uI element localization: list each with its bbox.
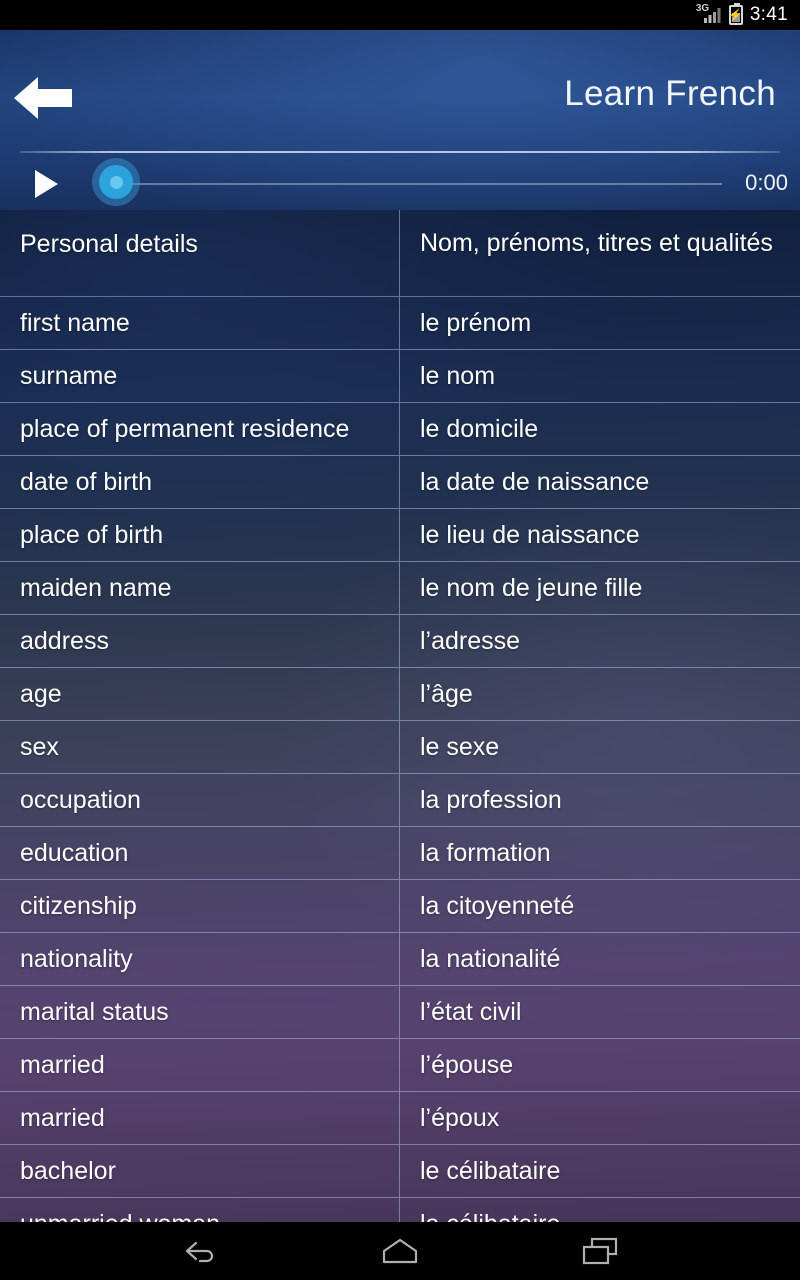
seek-thumb-icon[interactable] — [92, 158, 140, 206]
back-arrow-icon[interactable] — [12, 72, 74, 124]
table-cell-english: surname — [0, 350, 400, 402]
table-cell-french: le lieu de naissance — [420, 521, 640, 549]
table-row[interactable]: maiden name le nom de jeune fille — [0, 562, 800, 615]
table-row[interactable]: date of birth la date de naissance — [0, 456, 800, 509]
table-cell-english: first name — [0, 297, 400, 349]
table-row[interactable]: age l’âge — [0, 668, 800, 721]
table-row[interactable]: bachelor le célibataire — [0, 1145, 800, 1198]
table-row[interactable]: occupation la profession — [0, 774, 800, 827]
table-cell-french: l’épouse — [420, 1051, 514, 1079]
table-row[interactable]: married l’époux — [0, 1092, 800, 1145]
table-row[interactable]: married l’épouse — [0, 1039, 800, 1092]
table-row[interactable]: place of birth le lieu de naissance — [0, 509, 800, 562]
status-bar: 3G ⚡ 3:41 — [0, 0, 800, 30]
android-screen: 3G ⚡ 3:41 Learn French 0:00 Personal det… — [0, 0, 800, 1280]
page-title: Learn French — [564, 74, 776, 113]
table-cell-english: maiden name — [0, 562, 400, 614]
header-divider — [20, 151, 780, 153]
table-cell-english: education — [0, 827, 400, 879]
table-cell-french: le sexe — [420, 733, 500, 761]
table-row[interactable]: sex le sexe — [0, 721, 800, 774]
table-cell-french: la célibataire — [400, 1198, 800, 1222]
table-cell-french: l’époux — [420, 1104, 500, 1132]
table-cell-french: l’âge — [420, 680, 473, 708]
nav-recents-icon[interactable] — [500, 1222, 700, 1280]
table-row[interactable]: unmarried womanla célibataire — [0, 1198, 800, 1222]
table-cell-english: married — [0, 1039, 400, 1091]
table-cell-english: address — [0, 615, 400, 667]
nav-home-icon[interactable] — [300, 1222, 500, 1280]
table-cell-french: la profession — [420, 786, 562, 814]
status-bar-clock: 3:41 — [749, 4, 788, 25]
table-cell-english: citizenship — [0, 880, 400, 932]
table-cell-french: le célibataire — [420, 1157, 561, 1185]
table-cell-french: la formation — [420, 839, 551, 867]
table-row[interactable]: surname le nom — [0, 350, 800, 403]
table-header-cell-french: Nom, prénoms, titres et qualités — [420, 229, 773, 257]
audio-player: 0:00 — [0, 156, 800, 210]
table-cell-french: le prénom — [420, 309, 532, 337]
table-cell-english: bachelor — [0, 1145, 400, 1197]
table-cell-french: le nom — [420, 362, 496, 390]
table-cell-english: place of birth — [0, 509, 400, 561]
table-cell-english: sex — [0, 721, 400, 773]
table-cell-english: place of permanent residence — [0, 403, 400, 455]
table-header-row[interactable]: Personal details Nom, prénoms, titres et… — [0, 210, 800, 297]
seek-track[interactable] — [118, 183, 722, 185]
table-row[interactable]: nationality la nationalité — [0, 933, 800, 986]
table-row[interactable]: place of permanent residence le domicile — [0, 403, 800, 456]
elapsed-time-label: 0:00 — [745, 170, 788, 195]
nav-back-icon[interactable] — [100, 1222, 300, 1280]
table-header-cell-english: Personal details — [0, 210, 400, 296]
table-cell-english: nationality — [0, 933, 400, 985]
table-row[interactable]: first name le prénom — [0, 297, 800, 350]
table-cell-english: date of birth — [0, 456, 400, 508]
table-cell-french: l’adresse — [420, 627, 521, 655]
table-row[interactable]: education la formation — [0, 827, 800, 880]
table-cell-french: l’état civil — [420, 998, 522, 1026]
app-header: Learn French 0:00 — [0, 30, 800, 210]
table-cell-french: le nom de jeune fille — [420, 574, 643, 602]
battery-charging-icon: ⚡ — [728, 3, 743, 25]
table-row[interactable]: address l’adresse — [0, 615, 800, 668]
vocabulary-table[interactable]: Personal details Nom, prénoms, titres et… — [0, 210, 800, 1222]
android-nav-bar — [0, 1222, 800, 1280]
table-row[interactable]: citizenship la citoyenneté — [0, 880, 800, 933]
table-cell-french: le domicile — [420, 415, 539, 443]
table-cell-english: married — [0, 1092, 400, 1144]
table-cell-french: la citoyenneté — [420, 892, 575, 920]
table-cell-english: unmarried woman — [0, 1198, 400, 1222]
play-icon[interactable] — [30, 168, 62, 200]
table-cell-english: marital status — [0, 986, 400, 1038]
signal-bars-icon: 3G — [696, 4, 722, 25]
table-cell-french: la date de naissance — [420, 468, 650, 496]
table-cell-french: la nationalité — [420, 945, 561, 973]
table-cell-english: occupation — [0, 774, 400, 826]
table-cell-english: age — [0, 668, 400, 720]
table-row[interactable]: marital status l’état civil — [0, 986, 800, 1039]
